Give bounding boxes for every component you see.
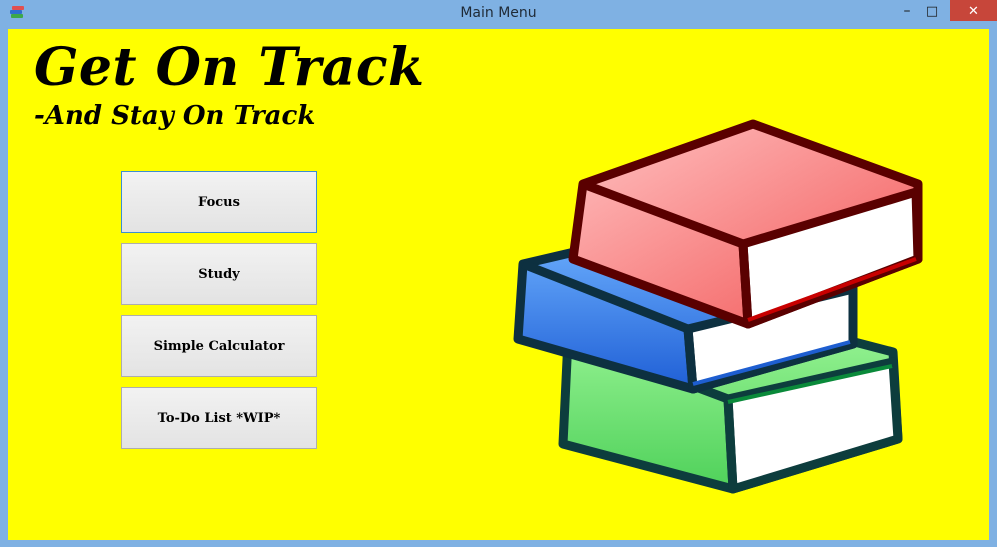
minimize-button[interactable]: – <box>896 0 918 21</box>
stack-of-books-icon <box>513 119 923 494</box>
simple-calculator-button[interactable]: Simple Calculator <box>121 315 317 377</box>
maximize-button[interactable]: □ <box>920 0 944 21</box>
app-heading: Get On Track <box>34 37 425 98</box>
close-button[interactable]: ✕ <box>950 0 997 21</box>
study-button[interactable]: Study <box>121 243 317 305</box>
todo-list-button[interactable]: To-Do List *WIP* <box>121 387 317 449</box>
title-bar[interactable]: Main Menu – □ ✕ <box>0 0 997 29</box>
minimize-icon: – <box>903 3 911 19</box>
main-window: Main Menu – □ ✕ Get On Track -And Stay O… <box>0 0 997 547</box>
main-panel: Get On Track -And Stay On Track Focus St… <box>8 29 989 540</box>
focus-button[interactable]: Focus <box>121 171 317 233</box>
maximize-icon: □ <box>925 4 939 19</box>
close-icon: ✕ <box>968 4 979 19</box>
window-title: Main Menu <box>460 5 537 21</box>
app-subheading: -And Stay On Track <box>34 101 316 131</box>
